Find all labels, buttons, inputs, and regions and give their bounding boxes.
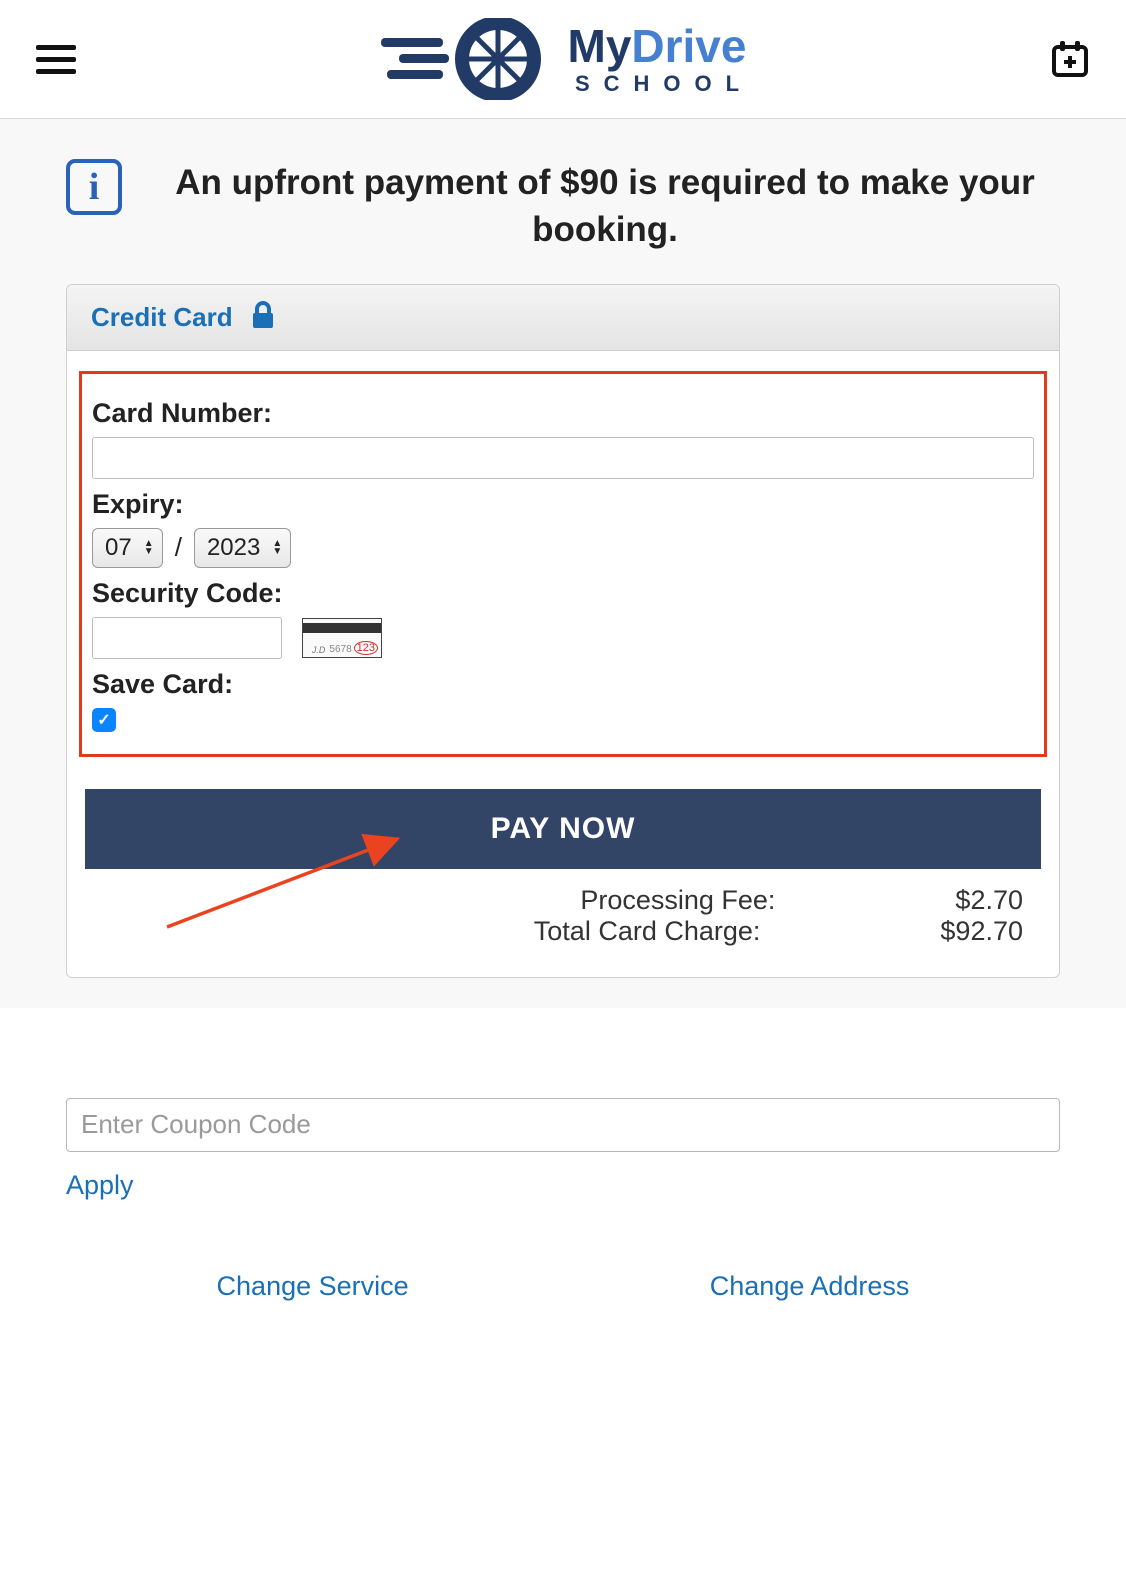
payment-card: Credit Card Card Number: Expiry: 07 ▲▼ /… bbox=[66, 284, 1060, 978]
info-banner: i An upfront payment of $90 is required … bbox=[66, 159, 1060, 254]
brand-my: My bbox=[568, 20, 632, 72]
expiry-month-value: 07 bbox=[105, 534, 132, 562]
form-highlight-box: Card Number: Expiry: 07 ▲▼ / 2023 ▲▼ Sec… bbox=[79, 371, 1047, 757]
select-arrows-icon: ▲▼ bbox=[272, 540, 282, 556]
info-icon: i bbox=[66, 159, 122, 215]
menu-icon[interactable] bbox=[36, 39, 76, 79]
security-code-label: Security Code: bbox=[92, 578, 1034, 609]
card-number-input[interactable] bbox=[92, 437, 1034, 479]
apply-coupon-link[interactable]: Apply bbox=[66, 1170, 134, 1201]
calendar-add-icon[interactable] bbox=[1050, 39, 1090, 79]
brand-name: MyDrive bbox=[568, 23, 747, 69]
payment-card-title: Credit Card bbox=[91, 302, 233, 333]
pay-now-button[interactable]: PAY NOW bbox=[85, 789, 1041, 869]
expiry-year-select[interactable]: 2023 ▲▼ bbox=[194, 528, 291, 568]
select-arrows-icon: ▲▼ bbox=[144, 540, 154, 556]
processing-fee-label: Processing Fee: bbox=[580, 885, 775, 916]
processing-fee-value: $2.70 bbox=[955, 885, 1023, 916]
change-service-link[interactable]: Change Service bbox=[217, 1271, 409, 1302]
expiry-separator: / bbox=[175, 532, 182, 563]
below-section: Apply Change Service Change Address bbox=[0, 1008, 1126, 1342]
total-charge-value: $92.70 bbox=[940, 916, 1023, 947]
wheel-icon bbox=[373, 18, 543, 100]
expiry-year-value: 2023 bbox=[207, 534, 260, 562]
payment-card-header: Credit Card bbox=[67, 285, 1059, 351]
security-code-input[interactable] bbox=[92, 617, 282, 659]
card-number-label: Card Number: bbox=[92, 398, 1034, 429]
cvc-hint-image: J.D 5678 123 bbox=[302, 618, 382, 658]
brand-drive: Drive bbox=[631, 20, 746, 72]
payment-card-body: Card Number: Expiry: 07 ▲▼ / 2023 ▲▼ Sec… bbox=[67, 351, 1059, 977]
save-card-checkbox[interactable]: ✓ bbox=[92, 708, 116, 732]
brand-logo: MyDrive SCHOOL bbox=[373, 18, 753, 100]
info-text: An upfront payment of $90 is required to… bbox=[150, 159, 1060, 254]
change-address-link[interactable]: Change Address bbox=[710, 1271, 910, 1302]
expiry-label: Expiry: bbox=[92, 489, 1034, 520]
main-content: i An upfront payment of $90 is required … bbox=[0, 119, 1126, 1008]
footer-links: Change Service Change Address bbox=[66, 1271, 1060, 1302]
expiry-month-select[interactable]: 07 ▲▼ bbox=[92, 528, 163, 568]
brand-school: SCHOOL bbox=[575, 73, 753, 95]
save-card-label: Save Card: bbox=[92, 669, 1034, 700]
lock-icon bbox=[251, 301, 275, 334]
totals-block: Processing Fee: $2.70 Total Card Charge:… bbox=[79, 885, 1047, 953]
top-bar: MyDrive SCHOOL bbox=[0, 0, 1126, 119]
cvc-hint-digits: 123 bbox=[354, 641, 378, 655]
total-charge-label: Total Card Charge: bbox=[534, 916, 761, 947]
coupon-code-input[interactable] bbox=[66, 1098, 1060, 1152]
